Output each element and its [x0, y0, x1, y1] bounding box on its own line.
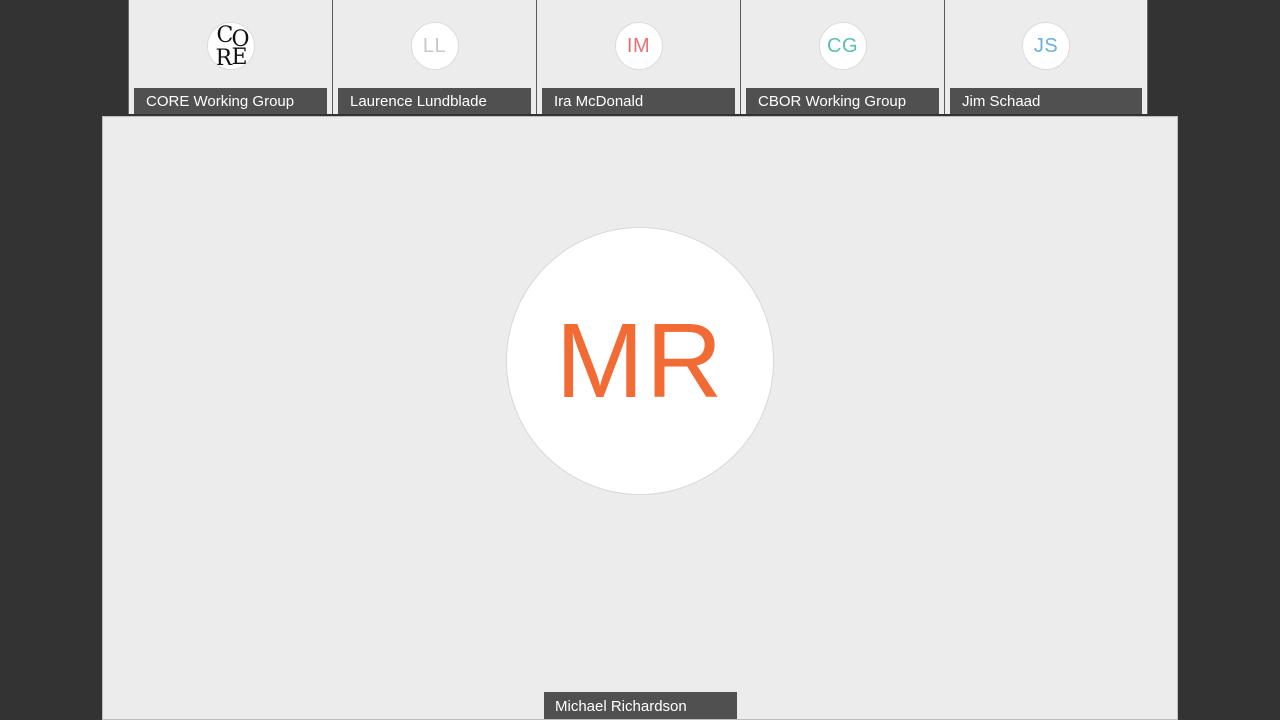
participant-tile-jim-schaad[interactable]: JS Jim Schaad — [944, 0, 1148, 114]
video-conference-window: C O R E CORE Working Group LL Laurence L… — [0, 0, 1280, 720]
participant-name-label: Ira McDonald — [542, 88, 735, 114]
participant-name-label: CBOR Working Group — [746, 88, 939, 114]
participant-name-label: Jim Schaad — [950, 88, 1142, 114]
participant-tile-core-working-group[interactable]: C O R E CORE Working Group — [128, 0, 332, 114]
avatar-initials: IM — [626, 34, 651, 57]
active-speaker-name-label: Michael Richardson — [544, 692, 737, 719]
avatar: IM — [614, 22, 663, 70]
participant-name-label: CORE Working Group — [134, 88, 327, 114]
avatar-initials: JS — [1033, 34, 1059, 57]
avatar-initials: LL — [422, 34, 447, 57]
avatar: JS — [1022, 22, 1070, 70]
active-speaker-view[interactable]: MR Michael Richardson — [102, 116, 1178, 720]
logo-letter-r: R — [215, 46, 233, 70]
avatar-initials: CG — [827, 34, 858, 57]
participant-strip: C O R E CORE Working Group LL Laurence L… — [128, 0, 1148, 114]
participant-tile-laurence-lundblade[interactable]: LL Laurence Lundblade — [332, 0, 536, 114]
participant-name-label: Laurence Lundblade — [338, 88, 531, 114]
participant-tile-cbor-working-group[interactable]: CG CBOR Working Group — [740, 0, 944, 114]
core-logo-icon: C O R E — [206, 22, 255, 70]
avatar: LL — [410, 22, 459, 70]
participant-tile-ira-mcdonald[interactable]: IM Ira McDonald — [536, 0, 740, 114]
logo-letter-e: E — [231, 45, 248, 70]
active-speaker-avatar: MR — [506, 227, 774, 495]
avatar: CG — [818, 22, 867, 70]
avatar-initials: MR — [555, 301, 725, 420]
